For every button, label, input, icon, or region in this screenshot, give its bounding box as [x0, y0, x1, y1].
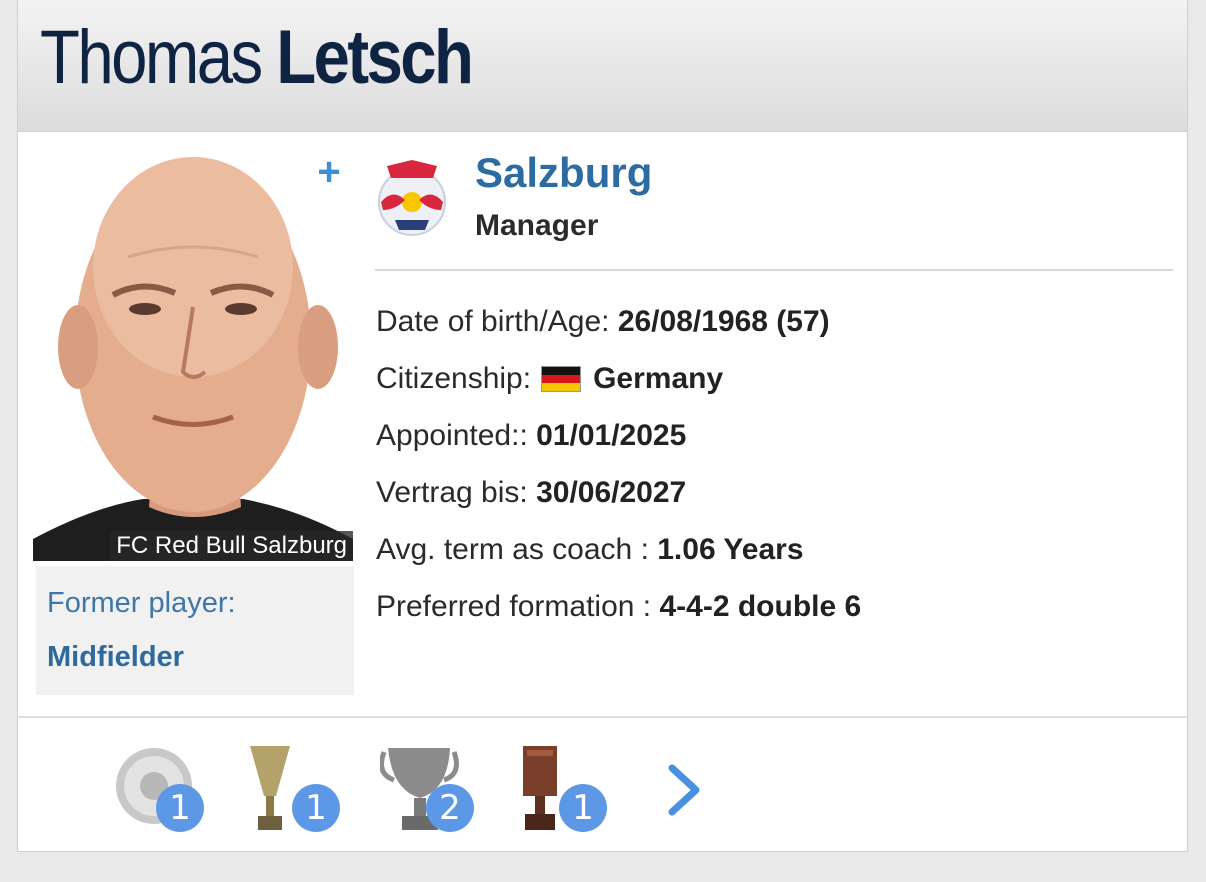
trophy-count-badge: 1: [156, 784, 204, 832]
trophy-count-badge: 1: [292, 784, 340, 832]
info-label: Date of birth/Age:: [376, 305, 610, 338]
info-row-appointed: Appointed:: 01/01/2025: [376, 414, 861, 471]
germany-flag-icon: [541, 366, 582, 392]
page-title: Thomas Letsch: [40, 14, 474, 101]
divider: [18, 716, 1187, 718]
info-value: 30/06/2027: [536, 476, 687, 509]
manager-info-list: Date of birth/Age: 26/08/1968 (57) Citiz…: [376, 300, 861, 642]
trophy-count-badge: 1: [559, 784, 607, 832]
cup-trophy-icon[interactable]: 1: [246, 740, 340, 835]
last-name: Letsch: [276, 15, 474, 100]
info-row-citizenship: Citizenship: Germany: [376, 357, 861, 414]
info-label: Appointed::: [376, 419, 528, 452]
bronze-cup-trophy-icon[interactable]: 1: [515, 740, 607, 835]
info-label: Citizenship:: [376, 362, 532, 395]
info-row-date-of-birth: Date of birth/Age: 26/08/1968 (57): [376, 300, 861, 357]
info-label: Vertrag bis:: [376, 476, 528, 509]
info-label: Avg. term as coach :: [376, 533, 649, 566]
first-name: Thomas: [40, 15, 263, 100]
manager-profile-card: Thomas Letsch FC Red Bull Salzburg + For…: [17, 0, 1188, 852]
info-value: 26/08/1968 (57): [617, 305, 830, 338]
former-player-position[interactable]: Midfielder: [47, 638, 354, 676]
info-row-contract: Vertrag bis: 30/06/2027: [376, 471, 861, 528]
info-label: Preferred formation :: [376, 590, 652, 623]
club-role: Manager: [475, 209, 599, 242]
former-player-label: Former player:: [47, 587, 236, 619]
info-value: Germany: [593, 362, 724, 395]
club-name-link[interactable]: Salzburg: [475, 146, 652, 200]
silver-cup-icon[interactable]: 2: [380, 740, 474, 835]
info-row-avg-term: Avg. term as coach : 1.06 Years: [376, 528, 861, 585]
portrait-image: [33, 147, 353, 561]
divider: [375, 269, 1173, 271]
trophy-count-badge: 2: [426, 784, 474, 832]
chevron-right-icon[interactable]: [664, 760, 704, 820]
info-value: 01/01/2025: [536, 419, 687, 452]
trophy-strip: 1 1 2 1: [18, 730, 1187, 840]
photo-caption: FC Red Bull Salzburg: [110, 531, 353, 561]
red-bull-salzburg-crest-icon[interactable]: [375, 158, 449, 238]
plus-icon[interactable]: +: [314, 152, 344, 192]
manager-photo[interactable]: FC Red Bull Salzburg: [33, 147, 353, 561]
info-row-formation: Preferred formation : 4-4-2 double 6: [376, 585, 861, 642]
league-plate-trophy-icon[interactable]: 1: [112, 740, 204, 835]
info-value: 4-4-2 double 6: [659, 590, 862, 623]
former-player-box: Former player: Midfielder: [36, 566, 354, 695]
profile-header: Thomas Letsch: [18, 0, 1187, 132]
info-value: 1.06 Years: [657, 533, 804, 566]
